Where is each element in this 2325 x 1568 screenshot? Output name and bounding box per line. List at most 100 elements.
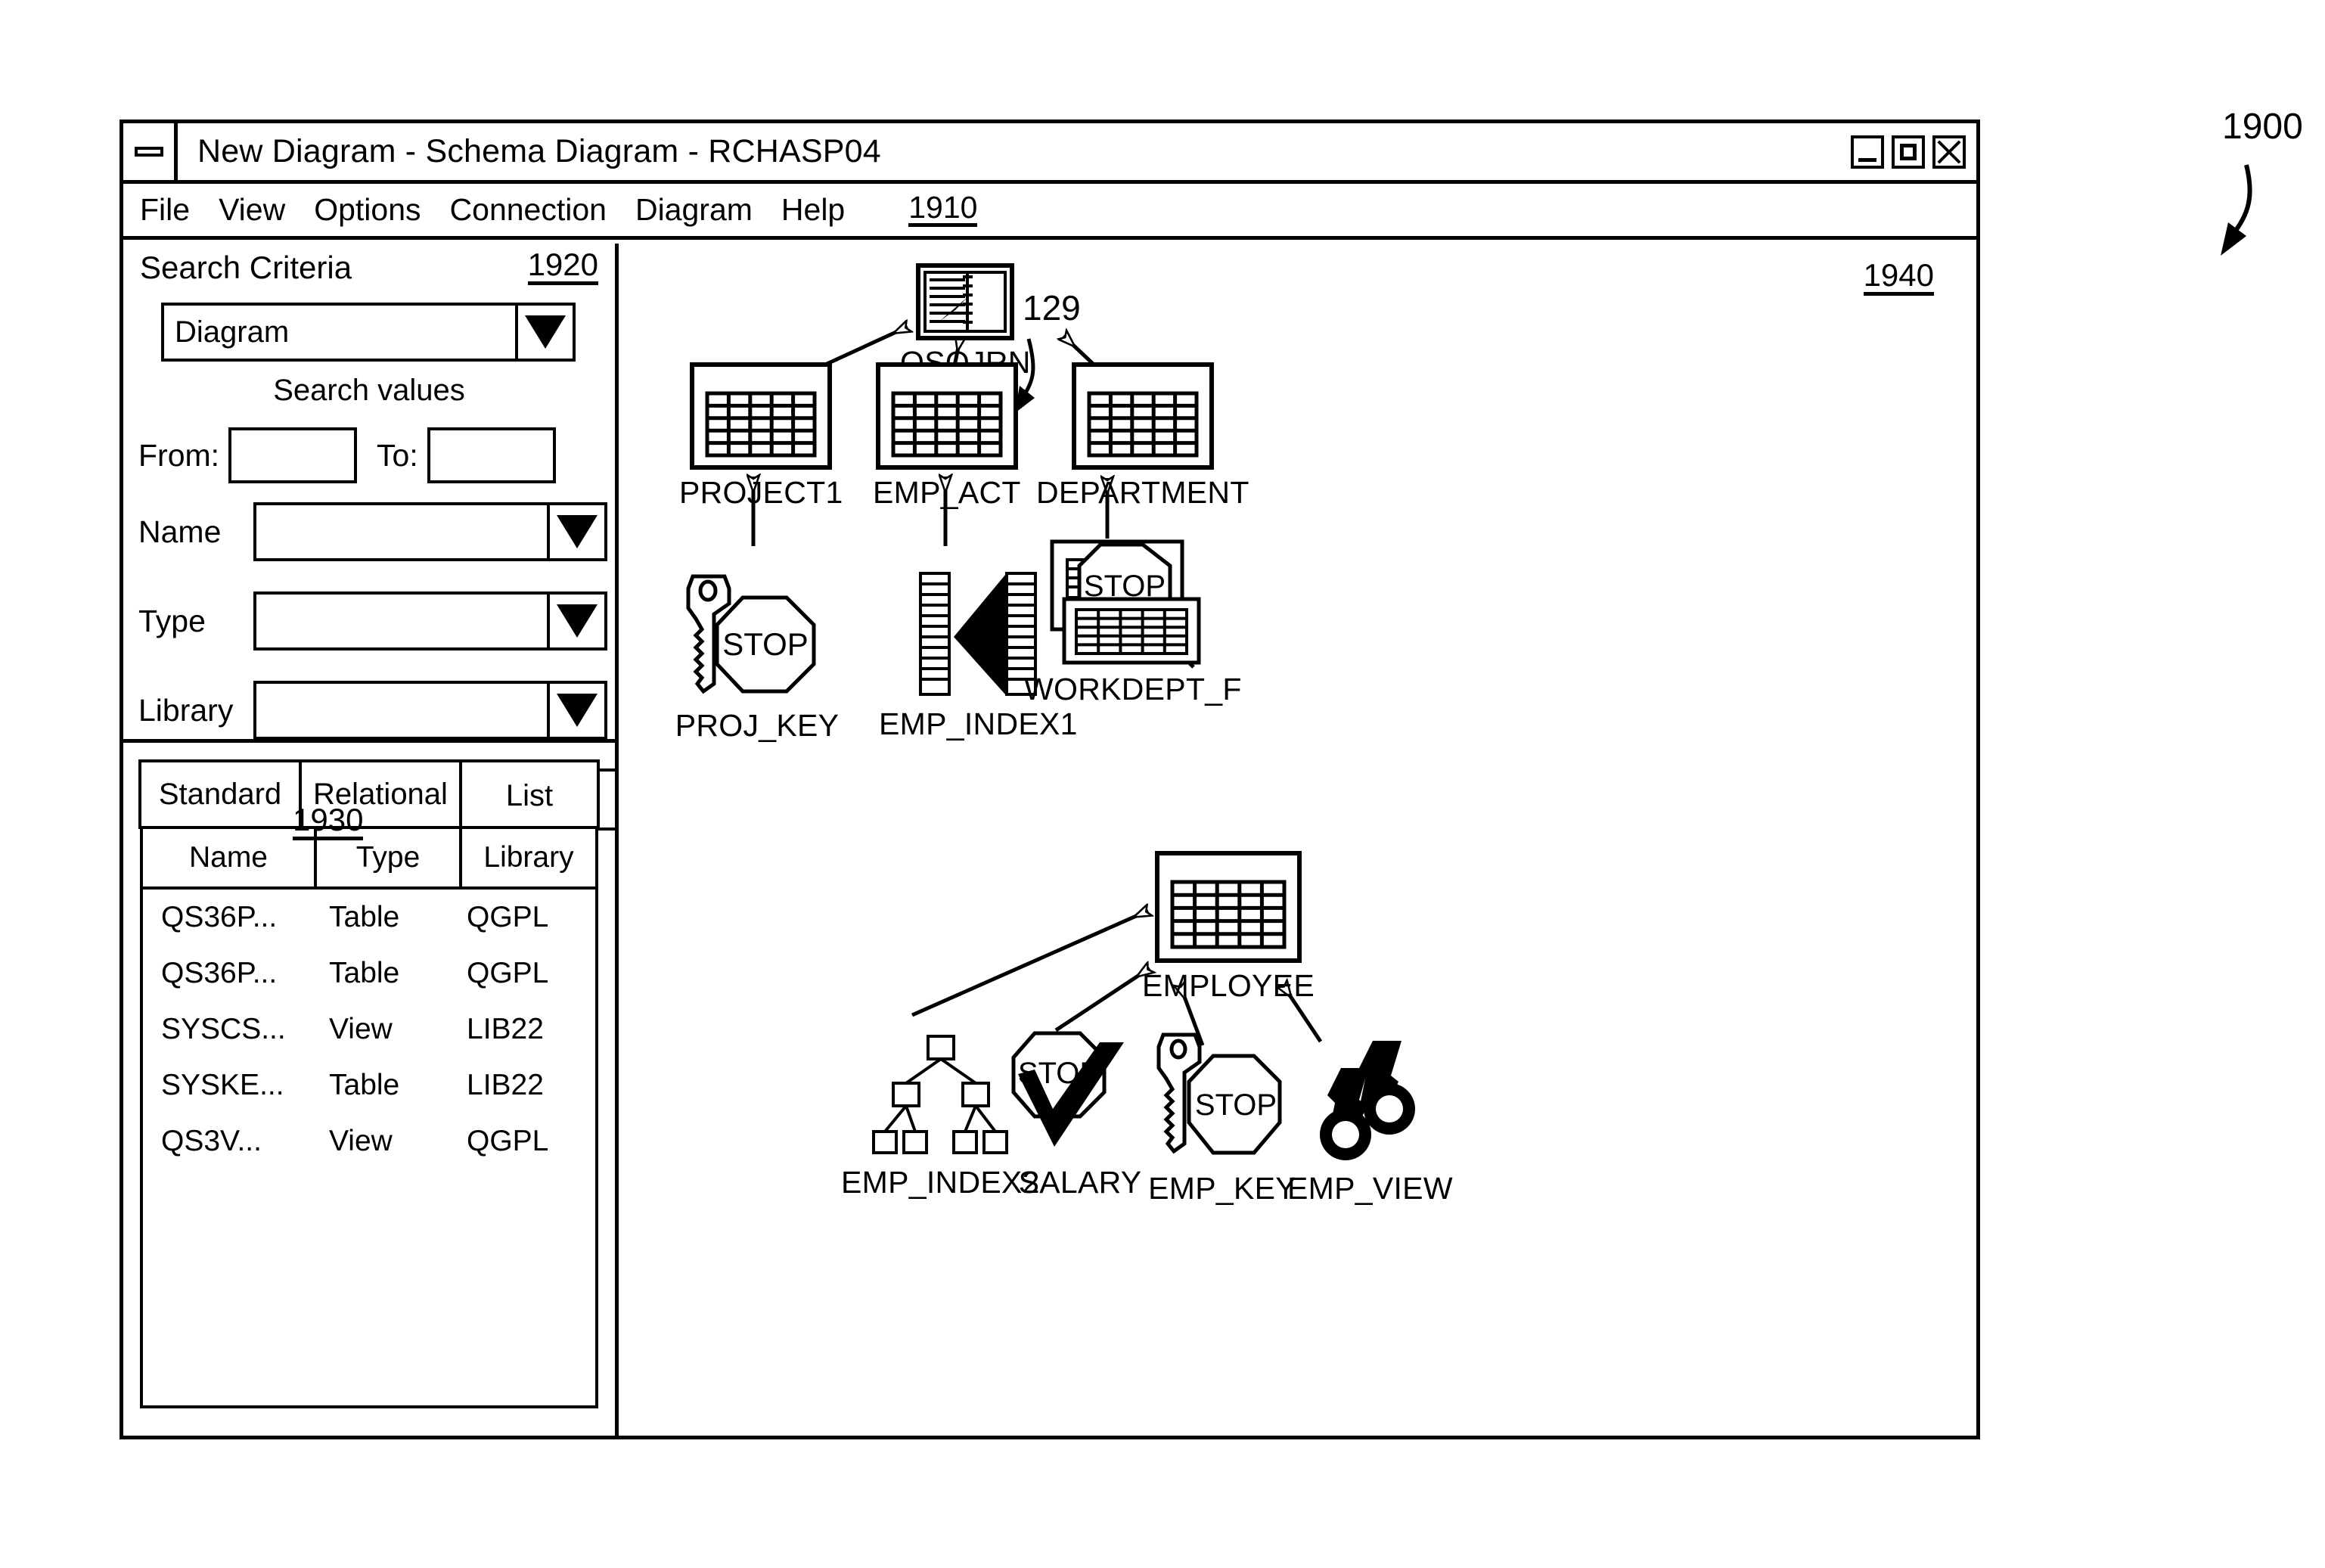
title-bar: New Diagram - Schema Diagram - RCHASP04	[123, 123, 1976, 184]
to-input[interactable]	[427, 427, 556, 483]
node-label: EMP_INDEX1	[879, 706, 1078, 741]
stop-text: STOP	[1195, 1088, 1277, 1122]
node-label: EMP_KEY	[1148, 1171, 1296, 1206]
window-menu-icon[interactable]	[123, 123, 178, 180]
from-input[interactable]	[228, 427, 358, 483]
window-controls	[1851, 123, 1976, 180]
type-dropdown[interactable]	[253, 591, 607, 650]
window-menu-glyph	[134, 147, 163, 157]
menu-item-options[interactable]: Options	[314, 192, 421, 228]
column-header-library[interactable]: Library	[462, 829, 595, 886]
diagram-node-emp-view[interactable]: EMP_VIEW	[1287, 1036, 1453, 1206]
library-label: Library	[138, 692, 234, 728]
search-scope-dropdown[interactable]: Diagram	[161, 303, 576, 362]
node-label: PROJECT1	[679, 475, 843, 510]
maximize-icon[interactable]	[1892, 135, 1925, 169]
reference-numeral-1900: 1900	[2222, 107, 2303, 147]
diagram-node-project1[interactable]: PROJECT1	[679, 362, 843, 511]
menu-item-diagram[interactable]: Diagram	[635, 192, 753, 228]
key-stop-icon: STOP	[1156, 1032, 1282, 1155]
chevron-down-icon[interactable]	[547, 595, 604, 647]
cell-name: QS3V...	[161, 1125, 262, 1157]
search-range-row: From: To:	[138, 425, 607, 486]
menu-item-view[interactable]: View	[219, 192, 285, 228]
minimize-icon[interactable]	[1851, 135, 1884, 169]
type-value	[256, 595, 547, 647]
search-criteria-header: Search Criteria 1920	[123, 244, 615, 286]
application-window: New Diagram - Schema Diagram - RCHASP04 …	[120, 120, 1980, 1439]
cell-name: SYSCS...	[161, 1013, 286, 1045]
cell-name: QS36P...	[161, 957, 278, 989]
node-label: PROJ_KEY	[675, 708, 840, 743]
cell-library: QGPL	[467, 957, 549, 989]
menu-bar: File View Options Connection Diagram Hel…	[123, 184, 1976, 240]
table-icon	[690, 362, 833, 470]
type-label: Type	[138, 603, 206, 638]
diagram-node-emp-index2[interactable]: EMP_INDEX2	[841, 1032, 1040, 1200]
type-filter-row: Type	[138, 591, 607, 650]
search-values-label: Search values	[273, 374, 465, 407]
table-row[interactable]: QS36P... Table QGPL	[143, 890, 595, 945]
reference-numeral-129: 129	[1023, 288, 1081, 328]
diagram-node-emp-act[interactable]: EMP_ACT	[873, 362, 1021, 511]
from-label: From:	[138, 437, 220, 473]
name-value	[256, 505, 547, 558]
chevron-down-icon[interactable]	[547, 505, 604, 558]
diagram-node-proj-key[interactable]: STOP PROJ_KEY	[670, 570, 844, 744]
stop-text: STOP	[722, 626, 809, 662]
node-label: EMP_INDEX2	[841, 1165, 1040, 1200]
library-dropdown[interactable]	[253, 681, 607, 740]
cell-name: QS36P...	[161, 901, 278, 933]
tree-index-icon	[872, 1035, 1009, 1154]
chevron-down-icon[interactable]	[515, 306, 573, 359]
search-criteria-title: Search Criteria	[140, 250, 352, 285]
diagram-node-emp-key[interactable]: STOP EMP_KEY	[1147, 1030, 1298, 1206]
name-dropdown[interactable]	[253, 502, 607, 561]
node-label: EMPLOYEE	[1142, 968, 1315, 1003]
node-label: SALARY	[1018, 1165, 1142, 1200]
schema-diagram-canvas[interactable]: 1940 129 PROJECT1 EMP_ACT DEPARTMENT STO…	[619, 244, 1976, 1436]
search-criteria-panel: Search Criteria 1920 Diagram Search valu…	[123, 244, 618, 927]
table-row[interactable]: QS3V... View QGPL	[143, 1113, 595, 1169]
reference-1900-leader	[2221, 164, 2252, 256]
diagram-node-salary[interactable]: STOP SALARY	[1011, 1024, 1148, 1200]
cell-type: Table	[329, 1069, 400, 1101]
menu-item-connection[interactable]: Connection	[450, 192, 607, 228]
key-stop-icon: STOP	[686, 574, 816, 694]
table-row[interactable]: SYSCS... View LIB22	[143, 1001, 595, 1057]
window-title: New Diagram - Schema Diagram - RCHASP04	[197, 133, 881, 169]
table-icon	[1154, 851, 1302, 963]
library-filter-row: Library	[138, 681, 607, 740]
search-scope-value: Diagram	[175, 315, 290, 349]
to-label: To:	[377, 437, 418, 473]
window-body: Search Criteria 1920 Diagram Search valu…	[123, 244, 1976, 1436]
table-row[interactable]: SYSKE... Table LIB22	[143, 1057, 595, 1113]
node-label: EMP_VIEW	[1287, 1171, 1453, 1206]
name-label: Name	[138, 514, 222, 549]
table-row[interactable]: QS36P... Table QGPL	[143, 945, 595, 1001]
journal-icon	[916, 263, 1015, 340]
column-header-name[interactable]: Name	[143, 829, 317, 886]
results-table[interactable]: Name Type Library QS36P... Table QGPL QS…	[140, 826, 598, 1408]
diagram-node-workdept-f[interactable]: STOP WORKDEPT_F	[1024, 526, 1242, 707]
cell-library: LIB22	[467, 1013, 544, 1045]
results-tabs: Standard Relational List	[138, 759, 600, 829]
menu-item-file[interactable]: File	[140, 192, 190, 228]
menu-item-help[interactable]: Help	[781, 192, 845, 228]
cell-library: QGPL	[467, 1125, 549, 1157]
cell-type: View	[329, 1013, 393, 1045]
close-icon[interactable]	[1932, 135, 1966, 169]
tab-standard[interactable]: Standard	[138, 759, 302, 829]
tab-list[interactable]: List	[459, 759, 600, 829]
cell-library: QGPL	[467, 901, 549, 933]
cell-type: View	[329, 1125, 393, 1157]
cell-name: SYSKE...	[161, 1069, 284, 1101]
chevron-down-icon[interactable]	[547, 684, 604, 737]
diagram-node-department[interactable]: DEPARTMENT	[1036, 362, 1249, 511]
table-icon	[875, 362, 1018, 470]
name-filter-row: Name	[138, 502, 607, 561]
search-sidebar: Search Criteria 1920 Diagram Search valu…	[123, 244, 619, 1436]
binoculars-icon	[1320, 1041, 1416, 1160]
constraint-table-stop-icon: STOP	[1050, 539, 1201, 665]
diagram-node-employee[interactable]: EMPLOYEE	[1142, 851, 1315, 1004]
